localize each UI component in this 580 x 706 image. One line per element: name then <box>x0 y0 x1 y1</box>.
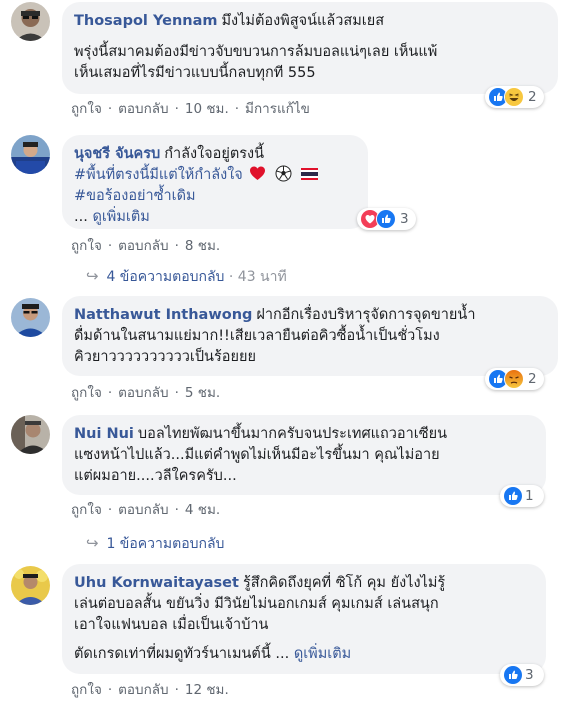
reaction-count: 3 <box>525 667 534 683</box>
comment-author[interactable]: Thosapol Yennam <box>74 13 218 29</box>
separator: · <box>174 238 179 254</box>
comment-actions: ถูกใจ · ตอบกลับ · 12 ชม. <box>71 678 229 700</box>
see-more-link[interactable]: ดูเพิ่มเติม <box>92 209 149 225</box>
soccer-ball-icon <box>275 165 292 182</box>
avatar[interactable] <box>11 415 50 454</box>
comment-text: แต่ผมอาย....วลีใครครับ... <box>74 468 237 484</box>
like-button[interactable]: ถูกใจ <box>71 682 102 698</box>
comment-text: พรุ่งนี้สมาคมต้องมีข่าวจับขบวนการล้มบอลแ… <box>74 44 438 60</box>
comment-text: ตัดเกรดเท่าที่ผมดูทัวร์นาเมนต์นี้ <box>74 646 271 662</box>
reply-button[interactable]: ตอบกลับ <box>118 502 168 518</box>
comment-text: ดื่มด้านในสนามแย่มาก!!เสียเวลายืนต่อคิวซ… <box>74 328 440 344</box>
reply-button[interactable]: ตอบกลับ <box>118 101 168 117</box>
comment-bubble: Natthawut Inthawong ฝากอีกเรื่องบริหารุจั… <box>62 296 558 376</box>
reply-button[interactable]: ตอบกลับ <box>118 238 168 254</box>
hashtag-link[interactable]: #ขอร้องอย่าซ้ำเดิม <box>74 188 196 204</box>
comment-actions: ถูกใจ · ตอบกลับ · 8 ชม. <box>71 234 220 256</box>
comment-bubble: Uhu Kornwaitayaset รู้สึกคิดถึงยุคที่ ซิโ… <box>62 564 546 674</box>
comment-text: คิวยาววววววววววเป็นร้อยยย <box>74 349 256 365</box>
avatar[interactable] <box>11 566 50 605</box>
comment-actions: ถูกใจ · ตอบกลับ · 4 ชม. <box>71 498 220 520</box>
comment-timestamp[interactable]: 4 ชม. <box>185 502 220 518</box>
comment-timestamp[interactable]: 8 ชม. <box>185 238 220 254</box>
reaction-count: 3 <box>400 211 409 227</box>
reaction-count: 1 <box>525 488 534 504</box>
replies-count-label[interactable]: 4 ข้อความตอบกลับ <box>106 269 224 285</box>
reply-button[interactable]: ตอบกลับ <box>118 682 168 698</box>
reactions-summary[interactable]: 3 <box>500 664 544 686</box>
comment-text: รู้สึกคิดถึงยุคที่ ซิโก้ คุม ยังไงไม่รู้ <box>242 575 446 591</box>
separator: · <box>174 101 179 117</box>
reactions-summary[interactable]: 3 <box>357 208 416 230</box>
separator: · <box>174 502 179 518</box>
separator: · <box>174 385 179 401</box>
separator: · <box>107 385 113 401</box>
see-more-link[interactable]: ดูเพิ่มเติม <box>294 646 351 662</box>
comment-author[interactable]: นุจชรี จันครบ <box>74 146 160 162</box>
separator: · <box>107 502 113 518</box>
like-icon <box>503 486 523 506</box>
avatar[interactable] <box>11 135 50 174</box>
ellipsis: ... <box>74 209 88 225</box>
view-replies-link[interactable]: ↪ 1 ข้อความตอบกลับ <box>86 533 224 555</box>
comment-text: เอาใจแฟนบอล เมื่อเป็นเจ้าบ้าน <box>74 617 269 633</box>
separator: · <box>228 269 234 285</box>
comment-author[interactable]: Nui Nui <box>74 426 134 442</box>
angry-icon <box>504 369 524 389</box>
avatar[interactable] <box>11 298 50 337</box>
like-button[interactable]: ถูกใจ <box>71 101 102 117</box>
separator: · <box>234 101 240 117</box>
avatar[interactable] <box>11 2 50 41</box>
view-replies-link[interactable]: ↪ 4 ข้อความตอบกลับ · 43 นาที <box>86 266 287 288</box>
reactions-summary[interactable]: 2 <box>485 368 544 390</box>
comment-text: มึงไม่ต้องพิสูจน์แล้วสมเยส <box>221 13 385 29</box>
ellipsis: ... <box>275 646 290 662</box>
comment-text: แซงหน้าไปแล้ว...มีแต่คำพูดไม่เห็นมีอะไรข… <box>74 447 440 463</box>
comment-timestamp[interactable]: 10 ชม. <box>185 101 229 117</box>
heart-emoji-icon <box>250 166 266 180</box>
comment-bubble: นุจชรี จันครบ กำลังใจอยู่ตรงนี้ #พื้นที่ต… <box>62 135 368 229</box>
like-button[interactable]: ถูกใจ <box>71 238 102 254</box>
comment-timestamp[interactable]: 5 ชม. <box>185 385 220 401</box>
like-button[interactable]: ถูกใจ <box>71 385 102 401</box>
comment-text: บอลไทยพัฒนาขึ้นมากครับจนประเทศแถวอาเซียน <box>137 426 447 442</box>
comment-actions: ถูกใจ · ตอบกลับ · 5 ชม. <box>71 381 220 403</box>
comment-text: เล่นต่อบอลสั้น ขยันวิ่ง มีวินัยไม่นอกเกม… <box>74 596 439 612</box>
separator: · <box>107 101 113 117</box>
comment-author[interactable]: Uhu Kornwaitayaset <box>74 575 239 591</box>
hashtag-link[interactable]: #พื้นที่ตรงนี้มีแต่ให้กำลังใจ <box>74 167 243 183</box>
comment-bubble: Thosapol Yennam มึงไม่ต้องพิสูจน์แล้วสมเย… <box>62 2 558 94</box>
separator: · <box>107 238 113 254</box>
like-icon <box>503 665 523 685</box>
comment-actions: ถูกใจ · ตอบกลับ · 10 ชม. · มีการแก้ไข <box>71 97 310 119</box>
separator: · <box>174 682 179 698</box>
haha-icon <box>504 87 524 107</box>
reactions-summary[interactable]: 1 <box>500 485 544 507</box>
comment-bubble: Nui Nui บอลไทยพัฒนาขึ้นมากครับจนประเทศแถว… <box>62 415 546 495</box>
edited-label[interactable]: มีการแก้ไข <box>245 101 310 117</box>
like-button[interactable]: ถูกใจ <box>71 502 102 518</box>
reply-arrow-icon: ↪ <box>86 267 99 285</box>
separator: · <box>107 682 113 698</box>
reaction-count: 2 <box>528 371 537 387</box>
replies-time: 43 นาที <box>237 269 287 285</box>
like-icon <box>376 209 396 229</box>
reactions-summary[interactable]: 2 <box>485 86 544 108</box>
comment-text: กำลังใจอยู่ตรงนี้ <box>164 146 265 162</box>
comment-text: เห็นเสมอที่ไรมีข่าวแบบนี้กลบทุกที 555 <box>74 65 316 81</box>
thailand-flag-icon <box>300 168 318 180</box>
reaction-count: 2 <box>528 89 537 105</box>
comment-text: ฝากอีกเรื่องบริหารุจัดการจุดขายน้ำ <box>256 307 476 323</box>
replies-count-label[interactable]: 1 ข้อความตอบกลับ <box>106 536 224 552</box>
comment-author[interactable]: Natthawut Inthawong <box>74 307 252 323</box>
comment-timestamp[interactable]: 12 ชม. <box>185 682 229 698</box>
reply-button[interactable]: ตอบกลับ <box>118 385 168 401</box>
reply-arrow-icon: ↪ <box>86 534 99 552</box>
